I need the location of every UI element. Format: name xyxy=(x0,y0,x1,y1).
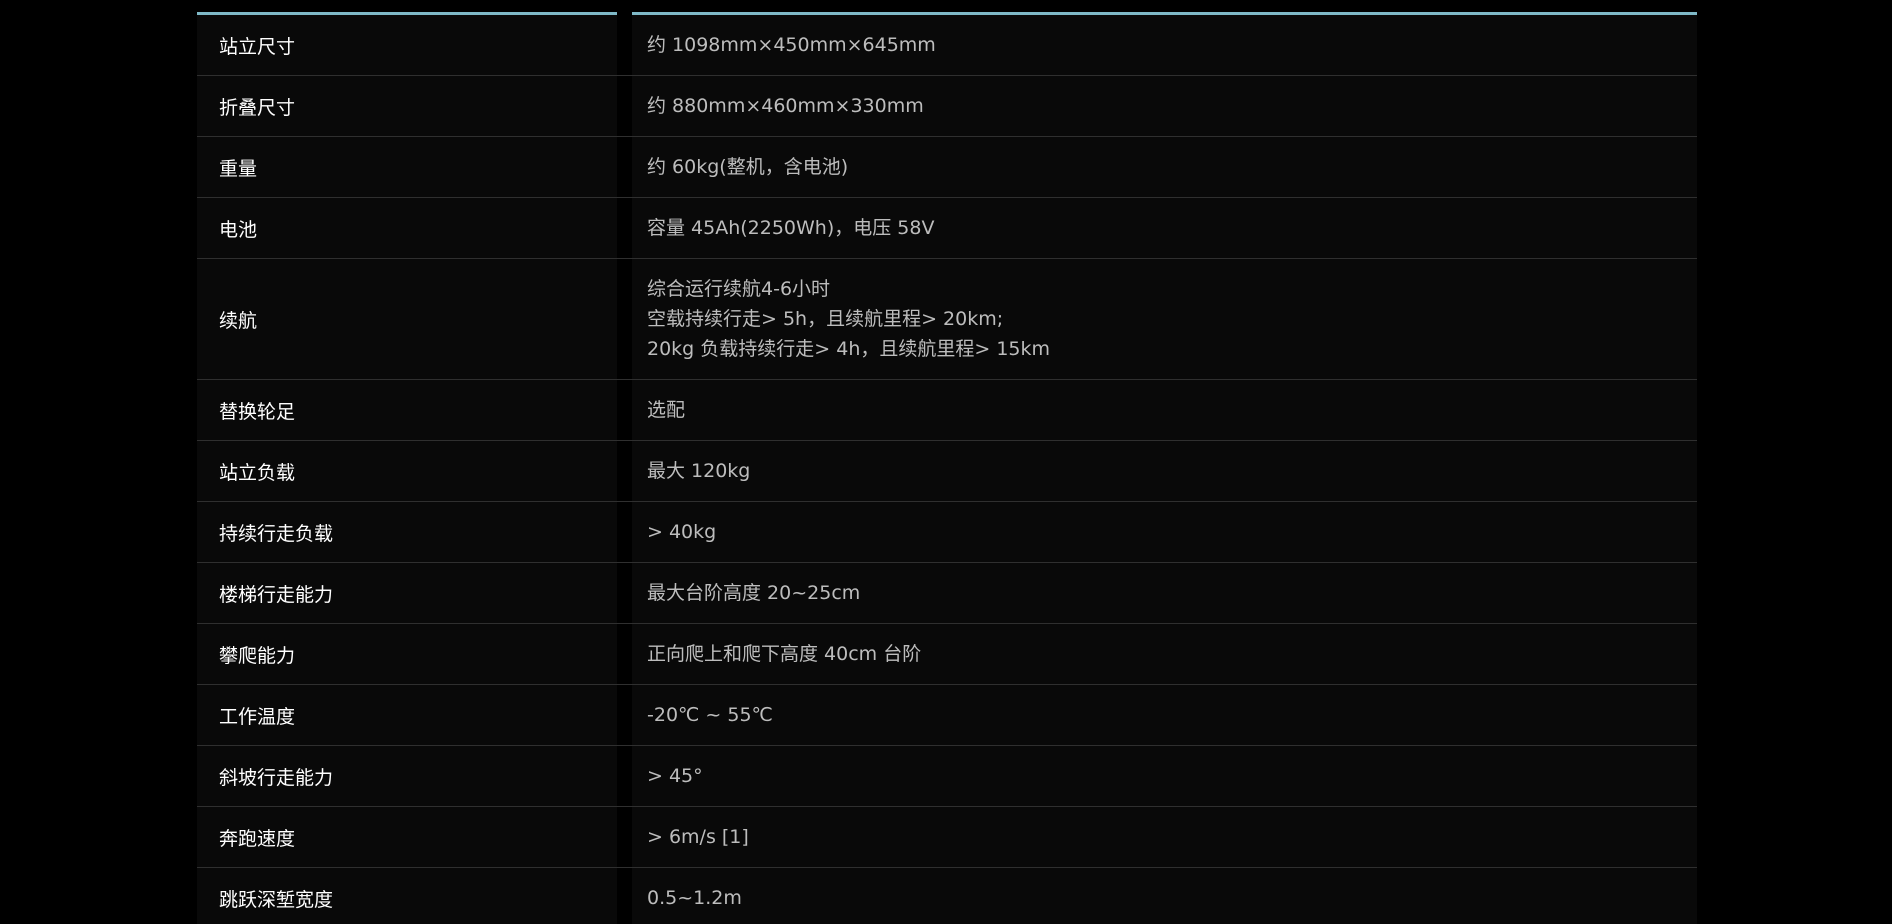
spec-value: -20℃ ~ 55℃ xyxy=(632,685,1697,745)
spec-value-line: 容量 45Ah(2250Wh)，电压 58V xyxy=(647,217,935,239)
spec-row-folded-size: 折叠尺寸 约 880mm×460mm×330mm xyxy=(197,76,1697,137)
spec-value-line: 0.5~1.2m xyxy=(647,887,742,909)
spec-row-replaceable-wheel-foot: 替换轮足 选配 xyxy=(197,380,1697,441)
spec-row-standing-size: 站立尺寸 约 1098mm×450mm×645mm xyxy=(197,15,1697,76)
spec-label: 替换轮足 xyxy=(197,380,617,440)
spec-row-running-speed: 奔跑速度 > 6m/s [1] xyxy=(197,807,1697,868)
spec-value: 最大 120kg xyxy=(632,441,1697,501)
spec-value: 正向爬上和爬下高度 40cm 台阶 xyxy=(632,624,1697,684)
spec-value-line: > 45° xyxy=(647,765,703,787)
spec-label: 重量 xyxy=(197,137,617,197)
spec-label: 站立负载 xyxy=(197,441,617,501)
spec-row-endurance: 续航 综合运行续航4-6小时 空载持续行走> 5h，且续航里程> 20km; 2… xyxy=(197,259,1697,380)
spec-row-walking-load: 持续行走负载 > 40kg xyxy=(197,502,1697,563)
spec-value: > 6m/s [1] xyxy=(632,807,1697,867)
spec-row-stair-ability: 楼梯行走能力 最大台阶高度 20~25cm xyxy=(197,563,1697,624)
spec-value-line: 约 1098mm×450mm×645mm xyxy=(647,34,936,56)
spec-table: 站立尺寸 约 1098mm×450mm×645mm 折叠尺寸 约 880mm×4… xyxy=(197,12,1697,924)
spec-value-line: 约 60kg(整机，含电池) xyxy=(647,156,849,178)
spec-value-line: 正向爬上和爬下高度 40cm 台阶 xyxy=(647,643,922,665)
spec-value: > 40kg xyxy=(632,502,1697,562)
spec-value: 约 60kg(整机，含电池) xyxy=(632,137,1697,197)
spec-value: 容量 45Ah(2250Wh)，电压 58V xyxy=(632,198,1697,258)
spec-label: 跳跃深堑宽度 xyxy=(197,868,617,924)
spec-label: 折叠尺寸 xyxy=(197,76,617,136)
spec-value-line: > 6m/s [1] xyxy=(647,826,749,848)
spec-label: 工作温度 xyxy=(197,685,617,745)
page: 站立尺寸 约 1098mm×450mm×645mm 折叠尺寸 约 880mm×4… xyxy=(0,0,1892,924)
spec-row-climbing-ability: 攀爬能力 正向爬上和爬下高度 40cm 台阶 xyxy=(197,624,1697,685)
spec-value: > 45° xyxy=(632,746,1697,806)
spec-value-line: > 40kg xyxy=(647,521,717,543)
spec-value: 最大台阶高度 20~25cm xyxy=(632,563,1697,623)
spec-value-line: -20℃ ~ 55℃ xyxy=(647,704,773,726)
spec-label: 电池 xyxy=(197,198,617,258)
spec-label: 楼梯行走能力 xyxy=(197,563,617,623)
spec-label: 斜坡行走能力 xyxy=(197,746,617,806)
spec-row-jump-gap-width: 跳跃深堑宽度 0.5~1.2m xyxy=(197,868,1697,924)
spec-value-line: 最大台阶高度 20~25cm xyxy=(647,582,861,604)
spec-row-standing-load: 站立负载 最大 120kg xyxy=(197,441,1697,502)
spec-value: 选配 xyxy=(632,380,1697,440)
spec-row-battery: 电池 容量 45Ah(2250Wh)，电压 58V xyxy=(197,198,1697,259)
spec-value-line: 空载持续行走> 5h，且续航里程> 20km; xyxy=(647,308,1004,330)
spec-value-line: 选配 xyxy=(647,399,686,421)
spec-value-line: 最大 120kg xyxy=(647,460,751,482)
spec-label: 攀爬能力 xyxy=(197,624,617,684)
spec-row-weight: 重量 约 60kg(整机，含电池) xyxy=(197,137,1697,198)
spec-row-operating-temperature: 工作温度 -20℃ ~ 55℃ xyxy=(197,685,1697,746)
spec-value: 0.5~1.2m xyxy=(632,868,1697,924)
spec-label: 奔跑速度 xyxy=(197,807,617,867)
spec-value: 约 1098mm×450mm×645mm xyxy=(632,15,1697,75)
spec-value-line: 20kg 负载持续行走> 4h，且续航里程> 15km xyxy=(647,338,1051,360)
spec-row-slope-ability: 斜坡行走能力 > 45° xyxy=(197,746,1697,807)
spec-value: 约 880mm×460mm×330mm xyxy=(632,76,1697,136)
spec-value: 综合运行续航4-6小时 空载持续行走> 5h，且续航里程> 20km; 20kg… xyxy=(632,259,1697,379)
spec-value-line: 约 880mm×460mm×330mm xyxy=(647,95,924,117)
spec-label: 持续行走负载 xyxy=(197,502,617,562)
spec-label: 站立尺寸 xyxy=(197,15,617,75)
spec-label: 续航 xyxy=(197,259,617,379)
spec-value-line: 综合运行续航4-6小时 xyxy=(647,278,831,300)
